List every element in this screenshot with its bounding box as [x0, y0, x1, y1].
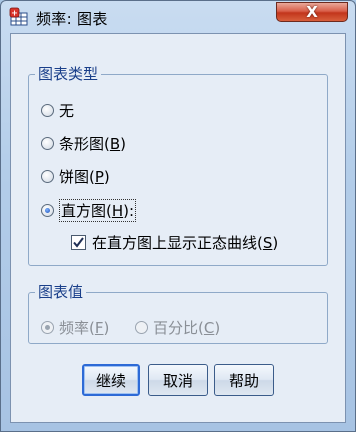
- cancel-button[interactable]: 取消: [148, 364, 208, 396]
- radio-button[interactable]: [41, 137, 54, 150]
- radio-none-label: 无: [59, 102, 75, 120]
- window-title: 频率: 图表: [36, 10, 108, 28]
- radio-percentage[interactable]: 百分比(C): [135, 317, 220, 338]
- radio-histogram[interactable]: 直方图(H):: [41, 199, 137, 222]
- radio-none[interactable]: 无: [41, 100, 74, 121]
- radio-pie-chart-label: 饼图(P): [59, 168, 110, 186]
- dialog-window: + 频率: 图表 X 图表类型 无 条形图(B) 饼图(P) 直方图(H): 在…: [0, 0, 356, 432]
- radio-bar-chart[interactable]: 条形图(B): [41, 133, 126, 154]
- title-bar[interactable]: + 频率: 图表 X: [1, 1, 355, 33]
- checkmark-icon: [73, 237, 84, 248]
- radio-button[interactable]: [41, 170, 54, 183]
- radio-button-disabled[interactable]: [135, 321, 148, 334]
- radio-histogram-label: 直方图(H):: [59, 199, 137, 222]
- radio-frequency[interactable]: 频率(F): [41, 317, 109, 338]
- close-icon: X: [306, 3, 318, 21]
- radio-frequency-label: 频率(F): [59, 319, 110, 337]
- help-button[interactable]: 帮助: [214, 364, 274, 396]
- normal-curve-checkbox-row[interactable]: 在直方图上显示正态曲线(S): [71, 232, 278, 253]
- chart-type-legend: 图表类型: [35, 63, 102, 84]
- spss-table-icon: +: [9, 7, 28, 26]
- normal-curve-label: 在直方图上显示正态曲线(S): [92, 234, 279, 252]
- continue-button[interactable]: 继续: [82, 364, 140, 396]
- close-button[interactable]: X: [276, 2, 348, 22]
- radio-pie-chart[interactable]: 饼图(P): [41, 166, 110, 187]
- radio-button-selected[interactable]: [41, 204, 54, 217]
- dialog-client-area: 图表类型 无 条形图(B) 饼图(P) 直方图(H): 在直方图上显示正态曲线(…: [10, 33, 346, 423]
- chart-values-legend: 图表值: [35, 281, 87, 302]
- svg-text:+: +: [11, 9, 18, 18]
- radio-percentage-label: 百分比(C): [153, 319, 221, 337]
- radio-button[interactable]: [41, 104, 54, 117]
- radio-bar-chart-label: 条形图(B): [59, 135, 127, 153]
- radio-button-selected-disabled[interactable]: [41, 321, 54, 334]
- normal-curve-checkbox[interactable]: [71, 235, 86, 250]
